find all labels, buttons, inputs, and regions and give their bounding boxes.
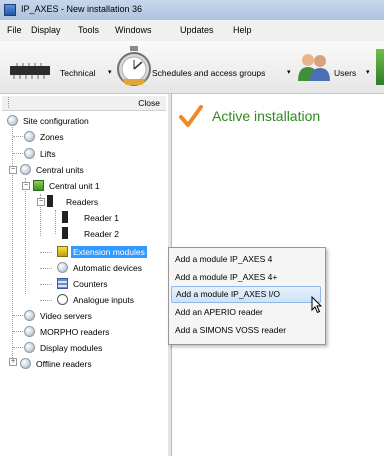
menu-updates[interactable]: Updates	[180, 25, 214, 35]
tree-item-label: Video servers	[40, 311, 92, 321]
disc-icon	[24, 342, 35, 353]
tree-item-label: Zones	[40, 132, 64, 142]
menu-bar: File Display Tools Windows Updates Help	[0, 20, 384, 41]
tree-line	[13, 153, 23, 154]
technical-dropdown-icon: ▾	[108, 69, 112, 76]
disc-icon	[57, 262, 68, 273]
schedules-button[interactable]: Schedules and access groups ▾	[116, 41, 294, 91]
tree-line	[13, 331, 23, 332]
tree-item-label: Analogue inputs	[73, 295, 134, 305]
disc-icon	[24, 310, 35, 321]
menu-windows[interactable]: Windows	[115, 25, 152, 35]
tree-line	[13, 347, 23, 348]
disc-icon	[24, 326, 35, 337]
menu-display[interactable]: Display	[31, 25, 61, 35]
tree-item-label: Counters	[73, 279, 108, 289]
tree-line	[40, 252, 52, 253]
reader-icon	[47, 195, 53, 207]
technical-label: Technical	[60, 68, 96, 78]
schedules-dropdown-icon: ▾	[287, 69, 291, 76]
menu-item-add-ip-axes-4-plus[interactable]: Add a module IP_AXES 4+	[171, 269, 321, 286]
gauge-icon	[57, 294, 68, 305]
menu-item-add-ip-axes-io[interactable]: Add a module IP_AXES I/O	[171, 286, 321, 303]
disc-icon	[7, 115, 18, 126]
tree-item-label: Display modules	[40, 343, 103, 353]
close-panel-button[interactable]: Close	[138, 98, 160, 108]
users-label: Users	[334, 68, 357, 78]
menu-help[interactable]: Help	[233, 25, 252, 35]
panel-header: Close	[2, 96, 166, 111]
tree-item-label: Reader 2	[84, 229, 119, 239]
collapse-icon[interactable]: −	[22, 182, 30, 190]
collapse-icon[interactable]: −	[37, 198, 45, 206]
toolbar: Technical ▾ Schedules and access groups …	[0, 41, 384, 94]
tree-item-label: Reader 1	[84, 213, 119, 223]
expand-icon[interactable]: +	[9, 358, 17, 366]
next-toolbar-icon[interactable]	[376, 49, 384, 85]
collapse-icon[interactable]: −	[9, 166, 17, 174]
tree-line	[25, 178, 26, 294]
menu-item-add-aperio-reader[interactable]: Add an APERIO reader	[171, 304, 321, 321]
tree-item-label: Offline readers	[36, 359, 92, 369]
check-icon	[179, 105, 203, 127]
schedules-label: Schedules and access groups	[152, 68, 266, 78]
tree-item-label: Extension modules	[71, 246, 147, 258]
disc-icon	[24, 148, 35, 159]
tree-item-label: MORPHO readers	[40, 327, 110, 337]
tree-line	[40, 300, 52, 301]
tree-line	[13, 315, 23, 316]
counter-icon	[57, 278, 68, 289]
context-menu: Add a module IP_AXES 4 Add a module IP_A…	[168, 247, 326, 345]
tree-item-label: Central units	[36, 165, 84, 175]
tree-line	[13, 136, 23, 137]
tree-line	[55, 210, 56, 234]
window-title: IP_AXES - New installation 36	[21, 4, 143, 14]
users-dropdown-icon: ▾	[366, 69, 370, 76]
menu-item-add-ip-axes-4[interactable]: Add a module IP_AXES 4	[171, 251, 321, 268]
tree-item-label: Readers	[66, 197, 99, 207]
users-icon	[298, 54, 330, 81]
tree-line	[40, 268, 52, 269]
stopwatch-icon	[117, 46, 151, 86]
module-icon	[57, 246, 68, 257]
reader-icon	[62, 227, 68, 239]
technical-button[interactable]: Technical ▾	[4, 47, 116, 87]
disc-icon	[24, 131, 35, 142]
tree-item-label: Automatic devices	[73, 263, 142, 273]
users-button[interactable]: Users ▾	[296, 43, 374, 89]
tree-item-label: Site configuration	[23, 116, 89, 126]
reader-icon	[62, 211, 68, 223]
app-icon	[4, 4, 16, 16]
disc-icon	[20, 358, 31, 369]
menu-tools[interactable]: Tools	[78, 25, 99, 35]
installation-status: Active installation	[212, 108, 321, 124]
central-unit-icon	[33, 180, 44, 191]
menu-file[interactable]: File	[7, 25, 22, 35]
menu-item-add-simons-voss-reader[interactable]: Add a SIMONS VOSS reader	[171, 322, 321, 339]
mouse-cursor-icon	[311, 296, 323, 314]
panel-grip	[8, 97, 11, 108]
tree-item-label: Central unit 1	[49, 181, 100, 191]
chip-icon	[10, 63, 50, 79]
tree-item-label: Lifts	[40, 149, 56, 159]
disc-icon	[20, 164, 31, 175]
tree-line	[12, 121, 13, 364]
title-bar: IP_AXES - New installation 36	[0, 0, 384, 20]
tree-line	[40, 284, 52, 285]
